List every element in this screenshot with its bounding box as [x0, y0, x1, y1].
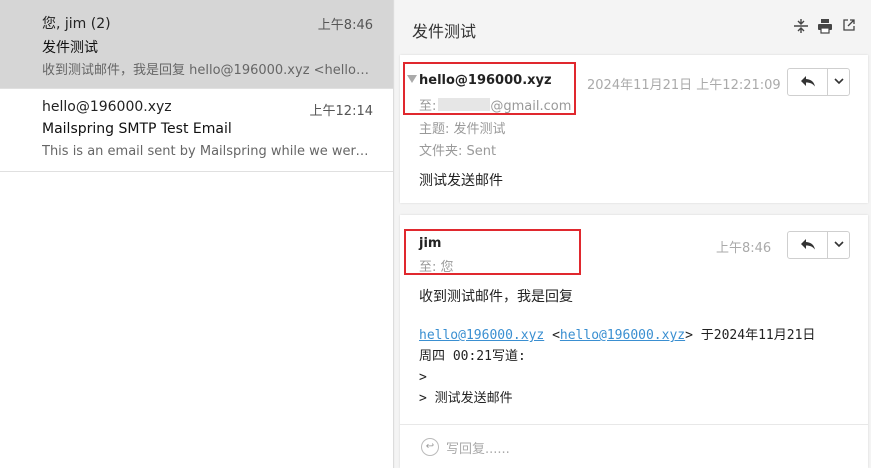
reply-button[interactable] — [788, 69, 828, 95]
page-title: 发件测试 — [412, 22, 477, 41]
quote-line: > 测试发送邮件 — [419, 391, 513, 406]
reply-bar[interactable]: ↩ 写回复...... — [400, 424, 868, 468]
reply-placeholder[interactable]: 写回复...... — [446, 438, 510, 457]
message-from[interactable]: hello@196000.xyz — [419, 73, 552, 88]
reply-circle-icon: ↩ — [421, 438, 439, 456]
thread-item-selected[interactable]: 您, jim (2) 上午8:46 发件测试 收到测试邮件，我是回复 hello… — [0, 0, 393, 89]
message-body: 收到测试邮件，我是回复 — [419, 289, 573, 305]
email-link[interactable]: hello@196000.xyz — [560, 328, 685, 343]
thread-list: 您, jim (2) 上午8:46 发件测试 收到测试邮件，我是回复 hello… — [0, 0, 394, 468]
bracket-close: > — [685, 328, 693, 343]
redacted-block — [438, 98, 491, 111]
thread-from: hello@196000.xyz — [42, 99, 172, 115]
message-subject-line: 主题: 发件测试 — [419, 122, 506, 137]
thread-snippet: This is an email sent by Mailspring whil… — [42, 144, 372, 159]
message-body: 测试发送邮件 — [419, 173, 503, 189]
message-from[interactable]: jim — [419, 236, 441, 251]
quoted-text: hello@196000.xyz <hello@196000.xyz> 于202… — [419, 325, 859, 409]
to-label: 至: — [419, 99, 437, 114]
to-domain: @gmail.com — [490, 99, 572, 114]
message-to: 至: @gmail.com — [419, 95, 571, 114]
thread-snippet: 收到测试邮件，我是回复 hello@196000.xyz <hello@1960… — [42, 63, 372, 78]
thread-subject: 发件测试 — [42, 40, 98, 56]
chevron-down-icon[interactable] — [828, 69, 849, 95]
message-to: 至: 您 — [419, 260, 454, 275]
thread-time: 上午8:46 — [317, 18, 373, 33]
email-link[interactable]: hello@196000.xyz — [419, 328, 544, 343]
thread-time: 上午12:14 — [309, 104, 373, 119]
quote-date: 于2024年11月21日 — [692, 328, 816, 343]
message-date: 2024年11月21日 上午12:21:09 — [587, 78, 781, 93]
quote-line: > — [419, 370, 427, 385]
reading-pane: 发件测试 hello@196000.xyz 至: @gmail.com 2024年… — [395, 0, 871, 468]
message-card: hello@196000.xyz 至: @gmail.com 2024年11月21… — [400, 55, 868, 203]
chevron-down-icon[interactable] — [828, 232, 849, 258]
caret-down-icon[interactable] — [407, 75, 417, 83]
popout-icon[interactable] — [840, 18, 858, 36]
thread-subject: Mailspring SMTP Test Email — [42, 121, 232, 137]
thread-item[interactable]: hello@196000.xyz 上午12:14 Mailspring SMTP… — [0, 89, 393, 172]
collapse-icon[interactable] — [792, 18, 810, 36]
quote-line: hello@196000.xyz <hello@196000.xyz> 于202… — [419, 325, 859, 346]
bracket-open: < — [552, 328, 560, 343]
quote-line: 周四 00:21写道: — [419, 349, 526, 364]
print-icon[interactable] — [816, 18, 834, 36]
reply-button[interactable] — [788, 232, 828, 258]
message-card: jim 至: 您 上午8:46 收到测试邮件，我是回复 hello@196000… — [400, 215, 868, 468]
message-folder-line: 文件夹: Sent — [419, 144, 497, 159]
thread-from: 您, jim (2) — [42, 16, 111, 32]
message-date: 上午8:46 — [716, 241, 772, 256]
reply-button-group — [787, 68, 850, 96]
reply-button-group — [787, 231, 850, 259]
